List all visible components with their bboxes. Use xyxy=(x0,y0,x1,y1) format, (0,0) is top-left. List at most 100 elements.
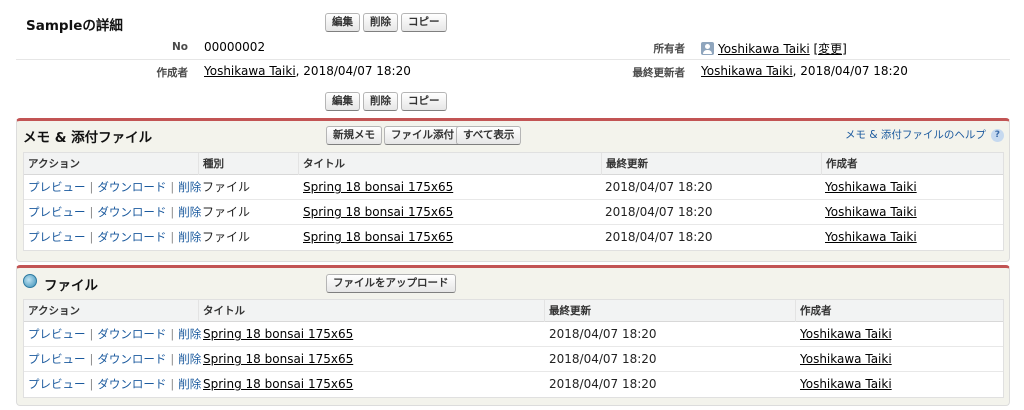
delete-link[interactable]: 削除 xyxy=(178,352,201,366)
no-value: 00000002 xyxy=(204,40,266,54)
owner-value: Yoshikawa Taiki [変更] xyxy=(701,40,847,57)
row-author-link[interactable]: Yoshikawa Taiki xyxy=(800,322,892,347)
row-title-link[interactable]: Spring 18 bonsai 175x65 xyxy=(303,200,453,225)
owner-link[interactable]: Yoshikawa Taiki xyxy=(718,42,810,56)
new-note-button[interactable]: 新規メモ xyxy=(326,126,382,145)
row-author-link[interactable]: Yoshikawa Taiki xyxy=(825,200,917,225)
row-actions: プレビュー | ダウンロード | 削除 xyxy=(28,225,201,250)
row-modified: 2018/04/07 18:20 xyxy=(605,205,713,219)
notes-help-link[interactable]: メモ & 添付ファイルのヘルプ? xyxy=(845,127,1004,142)
delete-link[interactable]: 削除 xyxy=(178,230,201,244)
preview-link[interactable]: プレビュー xyxy=(28,377,86,391)
table-row: プレビュー | ダウンロード | 削除 Spring 18 bonsai 175x65 … xyxy=(24,372,1003,397)
row-title-link[interactable]: Spring 18 bonsai 175x65 xyxy=(203,347,353,372)
table-row: プレビュー | ダウンロード | 削除 Spring 18 bonsai 175x65 … xyxy=(24,347,1003,372)
copy-button-bottom[interactable]: コピー xyxy=(401,92,447,111)
separator: | xyxy=(170,230,175,244)
col-title: タイトル xyxy=(198,300,245,322)
col-modified: 最終更新 xyxy=(601,153,648,175)
delete-button[interactable]: 削除 xyxy=(363,13,398,32)
row-actions: プレビュー | ダウンロード | 削除 xyxy=(28,372,201,397)
files-table: アクション タイトル 最終更新 作成者 プレビュー | ダウンロード | 削除 Spri… xyxy=(23,299,1004,398)
owner-change-link[interactable]: [変更] xyxy=(814,42,847,56)
delete-button-bottom[interactable]: 削除 xyxy=(363,92,398,111)
row-title-link[interactable]: Spring 18 bonsai 175x65 xyxy=(303,175,453,200)
separator: | xyxy=(89,352,94,366)
download-link[interactable]: ダウンロード xyxy=(97,377,166,391)
separator: | xyxy=(170,327,175,341)
no-label: No xyxy=(171,41,188,53)
row-actions: プレビュー | ダウンロード | 削除 xyxy=(28,200,201,225)
row-actions: プレビュー | ダウンロード | 削除 xyxy=(28,175,201,200)
preview-link[interactable]: プレビュー xyxy=(28,327,86,341)
download-link[interactable]: ダウンロード xyxy=(97,180,166,194)
separator: | xyxy=(89,377,94,391)
table-row: プレビュー | ダウンロード | 削除 Spring 18 bonsai 175x65 … xyxy=(24,322,1003,347)
row-type: ファイル xyxy=(202,180,251,194)
separator: | xyxy=(89,230,94,244)
col-action: アクション xyxy=(28,158,80,170)
show-all-button[interactable]: すべて表示 xyxy=(456,126,522,145)
row-actions: プレビュー | ダウンロード | 削除 xyxy=(28,347,201,372)
modified-by-value: Yoshikawa Taiki, 2018/04/07 18:20 xyxy=(701,64,908,78)
preview-link[interactable]: プレビュー xyxy=(28,180,86,194)
row-author-link[interactable]: Yoshikawa Taiki xyxy=(800,372,892,397)
edit-button[interactable]: 編集 xyxy=(325,13,360,32)
created-by-label: 作成者 xyxy=(156,67,189,79)
col-author: 作成者 xyxy=(795,300,832,322)
notes-table: アクション 種別 タイトル 最終更新 作成者 プレビュー | ダウンロード | 削除 フ… xyxy=(23,152,1004,251)
row-type: ファイル xyxy=(202,205,251,219)
row-title-link[interactable]: Spring 18 bonsai 175x65 xyxy=(303,225,453,250)
download-link[interactable]: ダウンロード xyxy=(97,352,166,366)
preview-link[interactable]: プレビュー xyxy=(28,352,86,366)
owner-label: 所有者 xyxy=(653,43,686,55)
notes-panel-title: メモ & 添付ファイル xyxy=(23,130,153,146)
row-title-link[interactable]: Spring 18 bonsai 175x65 xyxy=(203,372,353,397)
table-row: プレビュー | ダウンロード | 削除 ファイル Spring 18 bonsai 17… xyxy=(24,175,1003,200)
col-modified: 最終更新 xyxy=(544,300,591,322)
separator: | xyxy=(170,352,175,366)
created-by-link[interactable]: Yoshikawa Taiki xyxy=(204,64,296,78)
delete-link[interactable]: 削除 xyxy=(178,377,201,391)
help-icon[interactable]: ? xyxy=(990,128,1004,142)
row-title-link[interactable]: Spring 18 bonsai 175x65 xyxy=(203,322,353,347)
edit-button-bottom[interactable]: 編集 xyxy=(325,92,360,111)
created-by-date: , 2018/04/07 18:20 xyxy=(295,64,411,78)
notes-table-header: アクション 種別 タイトル 最終更新 作成者 xyxy=(24,153,1003,175)
table-row: プレビュー | ダウンロード | 削除 ファイル Spring 18 bonsai 17… xyxy=(24,200,1003,225)
row-author-link[interactable]: Yoshikawa Taiki xyxy=(825,175,917,200)
col-title: タイトル xyxy=(298,153,345,175)
notes-help-text[interactable]: メモ & 添付ファイルのヘルプ xyxy=(845,129,986,141)
row-author-link[interactable]: Yoshikawa Taiki xyxy=(825,225,917,250)
separator: | xyxy=(89,180,94,194)
files-panel: ファイル ファイルをアップロード アクション タイトル 最終更新 作成者 プレビ… xyxy=(16,265,1010,406)
delete-link[interactable]: 削除 xyxy=(178,205,201,219)
preview-link[interactable]: プレビュー xyxy=(28,230,86,244)
col-type: 種別 xyxy=(198,153,224,175)
files-table-header: アクション タイトル 最終更新 作成者 xyxy=(24,300,1003,322)
notes-attachments-panel: メモ & 添付ファイル 新規メモ ファイル添付 すべて表示 メモ & 添付ファイ… xyxy=(16,118,1010,262)
separator: | xyxy=(89,205,94,219)
modified-by-date: , 2018/04/07 18:20 xyxy=(792,64,908,78)
preview-link[interactable]: プレビュー xyxy=(28,205,86,219)
delete-link[interactable]: 削除 xyxy=(178,327,201,341)
col-author: 作成者 xyxy=(821,153,858,175)
copy-button[interactable]: コピー xyxy=(401,13,447,32)
row-modified: 2018/04/07 18:20 xyxy=(549,327,657,341)
separator: | xyxy=(170,180,175,194)
attach-file-button[interactable]: ファイル添付 xyxy=(384,126,461,145)
modified-by-link[interactable]: Yoshikawa Taiki xyxy=(701,64,793,78)
created-by-value: Yoshikawa Taiki, 2018/04/07 18:20 xyxy=(204,64,411,78)
download-link[interactable]: ダウンロード xyxy=(97,230,166,244)
row-modified: 2018/04/07 18:20 xyxy=(605,180,713,194)
separator: | xyxy=(170,377,175,391)
modified-by-label: 最終更新者 xyxy=(632,67,686,79)
delete-link[interactable]: 削除 xyxy=(178,180,201,194)
upload-file-button[interactable]: ファイルをアップロード xyxy=(326,274,456,293)
download-link[interactable]: ダウンロード xyxy=(97,205,166,219)
separator: | xyxy=(89,327,94,341)
row-author-link[interactable]: Yoshikawa Taiki xyxy=(800,347,892,372)
download-link[interactable]: ダウンロード xyxy=(97,327,166,341)
row-modified: 2018/04/07 18:20 xyxy=(605,230,713,244)
row-modified: 2018/04/07 18:20 xyxy=(549,377,657,391)
